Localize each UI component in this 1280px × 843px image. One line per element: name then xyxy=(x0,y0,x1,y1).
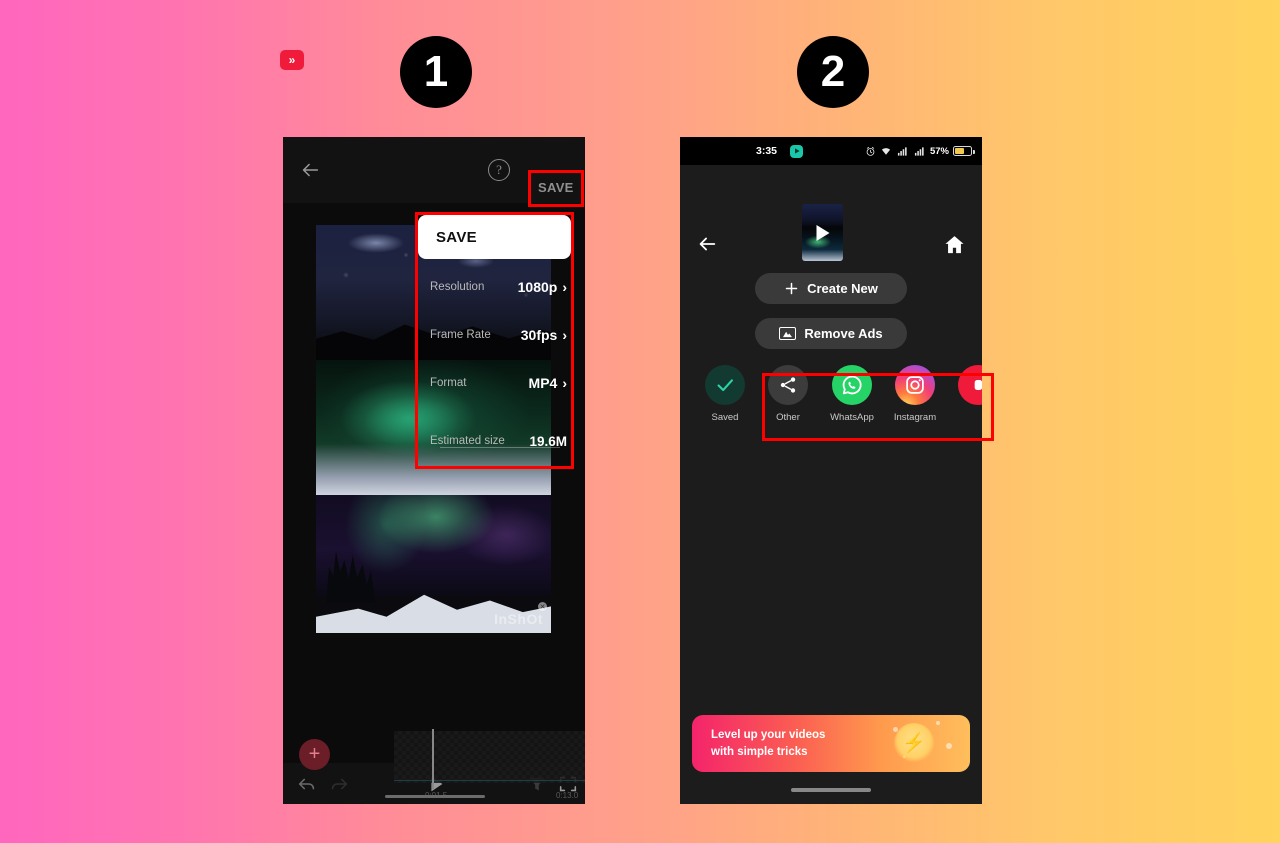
video-thumbnail[interactable] xyxy=(802,204,843,261)
save-dialog-title: SAVE xyxy=(436,228,477,246)
save-dialog: SAVE Resolution 1080p › Frame Rate 30fps… xyxy=(418,215,571,466)
bolt-glyph: ⚡ xyxy=(902,732,926,754)
more-share-targets-button[interactable]: » xyxy=(280,50,304,70)
back-icon[interactable] xyxy=(696,233,718,255)
chevron-right-icon: › xyxy=(562,279,567,295)
inshot-watermark: InShOt xyxy=(494,611,543,627)
add-clip-label: + xyxy=(308,743,321,765)
undo-icon[interactable] xyxy=(296,773,318,795)
chevron-right-icon: › xyxy=(562,375,567,391)
status-indicators: 57% xyxy=(865,145,975,157)
remove-ads-button[interactable]: Remove Ads xyxy=(755,318,907,349)
status-bar: 3:35 57% xyxy=(680,137,982,165)
sparkle-dot xyxy=(946,743,952,749)
lightbulb-bolt-icon: ⚡ xyxy=(894,723,934,763)
framerate-label: Frame Rate xyxy=(430,329,491,341)
help-glyph: ? xyxy=(496,162,502,177)
save-option-framerate[interactable]: Frame Rate 30fps › xyxy=(418,311,571,359)
video-frame-aurora-mountain: ✕ InShOt xyxy=(316,495,551,633)
timeline-playhead[interactable] xyxy=(432,729,434,789)
result-navbar xyxy=(680,165,982,265)
signal-bars-icon xyxy=(914,146,924,156)
chevron-right-icon: › xyxy=(562,327,567,343)
home-icon[interactable] xyxy=(943,233,966,256)
timeline-track[interactable] xyxy=(394,731,585,783)
save-option-format[interactable]: Format MP4 › xyxy=(418,359,571,407)
help-circle-icon[interactable]: ? xyxy=(488,159,510,181)
alarm-icon xyxy=(866,146,875,156)
timeline-audio-line xyxy=(394,780,585,781)
format-value: MP4 xyxy=(528,375,558,391)
battery-icon xyxy=(953,146,975,156)
step-badge-1-label: 1 xyxy=(423,47,449,96)
promo-line-2: with simple tricks xyxy=(711,745,808,758)
save-button[interactable]: SAVE xyxy=(538,180,574,195)
step-badge-2-label: 2 xyxy=(820,47,846,96)
resolution-value: 1080p xyxy=(517,279,558,295)
app-notification-icon xyxy=(790,144,803,158)
ad-icon xyxy=(779,327,797,340)
timeline-total-time: 0:13.0 xyxy=(556,791,579,800)
save-dialog-header: SAVE xyxy=(418,215,571,259)
create-new-label: Create New xyxy=(807,281,878,296)
step-badge-2: 2 xyxy=(797,36,869,108)
estimated-size-label: Estimated size xyxy=(430,435,505,447)
add-clip-button[interactable]: + xyxy=(299,739,330,770)
remove-ads-label: Remove Ads xyxy=(804,326,883,341)
share-target-saved-label: Saved xyxy=(711,412,739,423)
step-badge-1: 1 xyxy=(400,36,472,108)
share-target-saved: Saved xyxy=(695,365,755,423)
promo-banner[interactable]: Level up your videos with simple tricks … xyxy=(692,715,970,772)
status-time: 3:35 xyxy=(756,145,778,157)
play-icon xyxy=(816,224,829,241)
framerate-value: 30fps xyxy=(520,327,558,343)
sparkle-dot xyxy=(936,721,940,725)
timeline-scrollbar[interactable] xyxy=(385,795,485,798)
battery-percent: 57% xyxy=(929,145,949,157)
home-indicator xyxy=(791,788,871,792)
resolution-label: Resolution xyxy=(430,281,485,293)
more-share-chevron: » xyxy=(288,53,296,67)
highlight-box-share-row xyxy=(762,373,994,441)
save-dialog-options: Resolution 1080p › Frame Rate 30fps › Fo… xyxy=(418,259,571,466)
check-icon xyxy=(705,365,745,405)
signal-bars-icon xyxy=(897,146,907,156)
plus-icon xyxy=(785,282,798,295)
promo-text: Level up your videos with simple tricks xyxy=(711,727,825,760)
promo-line-1: Level up your videos xyxy=(711,729,826,741)
create-new-button[interactable]: Create New xyxy=(755,273,907,304)
wifi-icon xyxy=(881,147,891,155)
estimated-size-row: Estimated size 19.6M xyxy=(418,417,571,465)
format-label: Format xyxy=(430,377,467,389)
estimated-size-value: 19.6M xyxy=(529,433,567,449)
close-watermark-icon[interactable]: ✕ xyxy=(538,602,547,611)
save-option-resolution[interactable]: Resolution 1080p › xyxy=(418,263,571,311)
phone-screenshot-2: 3:35 57% Create New Remove Ads Saved Oth… xyxy=(680,137,982,804)
back-icon[interactable] xyxy=(299,159,321,181)
redo-icon[interactable] xyxy=(328,773,350,795)
